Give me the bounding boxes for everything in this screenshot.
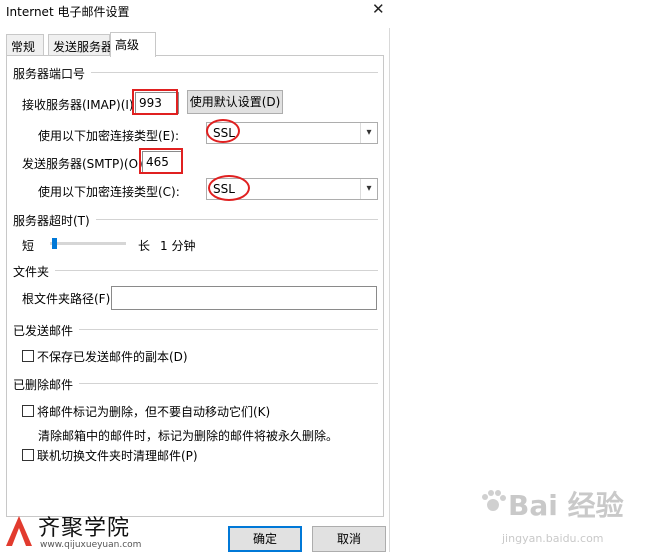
root-folder-label: 根文件夹路径(F): [22,292,115,306]
baidu-watermark: Bai 经验 jingyan.baidu.com [480,476,650,552]
tab-general[interactable]: 常规 [6,34,44,56]
mark-delete-label: 将邮件标记为删除，但不要自动移动它们(K) [37,405,271,419]
outgoing-encryption-select[interactable]: SSL ▾ [206,178,378,200]
sent-items-heading: 已发送邮件 [13,322,80,339]
window-title: Internet 电子邮件设置 [6,5,130,19]
timeout-slider-thumb[interactable] [52,238,58,249]
brand-logo: 齐聚学院 www.qijuxueyuan.com [0,510,150,552]
outgoing-encryption-value: SSL [213,182,235,196]
divider [80,72,378,73]
outgoing-port-input[interactable] [142,151,182,173]
watermark-text: Bai 经验 [508,489,624,522]
incoming-encryption-value: SSL [213,126,235,140]
incoming-server-label: 接收服务器(IMAP)(I): [22,98,138,112]
timeout-value: 1 分钟 [160,239,196,253]
mark-delete-note: 清除邮箱中的邮件时，标记为删除的邮件将被永久删除。 [38,429,339,443]
logo-brand-text: 齐聚学院 [38,516,131,541]
tab-outgoing-server[interactable]: 发送服务器 [48,34,114,56]
dont-save-sent-label: 不保存已发送邮件的副本(D) [37,350,188,364]
paw-icon [482,490,506,511]
folders-heading: 文件夹 [13,263,56,280]
outgoing-server-label: 发送服务器(SMTP)(O): [22,157,147,171]
tab-outgoing-server-label: 发送服务器 [53,40,114,54]
root-folder-input[interactable] [111,286,377,310]
divider [78,329,378,330]
purge-checkbox[interactable] [22,449,34,461]
ok-button[interactable]: 确定 [228,526,302,552]
incoming-encryption-label: 使用以下加密连接类型(E): [38,129,179,143]
tab-advanced[interactable]: 高级 [110,32,156,57]
email-settings-dialog: Internet 电子邮件设置 ✕ 常规 发送服务器 高级 服务器端口号 接收服… [0,0,390,552]
outgoing-encryption-label: 使用以下加密连接类型(C): [38,185,180,199]
chevron-down-icon: ▾ [360,179,377,199]
server-ports-heading: 服务器端口号 [13,65,92,82]
use-default-button[interactable]: 使用默认设置(D) [187,90,283,114]
watermark-url: jingyan.baidu.com [502,532,604,545]
deleted-items-heading: 已删除邮件 [13,376,80,393]
timeout-slider-track[interactable] [50,242,126,245]
tab-general-label: 常规 [11,40,36,54]
dont-save-sent-checkbox[interactable] [22,350,34,362]
mark-delete-checkbox[interactable] [22,405,34,417]
incoming-encryption-select[interactable]: SSL ▾ [206,122,378,144]
divider [84,219,378,220]
tab-advanced-label: 高级 [115,38,140,52]
cancel-button[interactable]: 取消 [312,526,386,552]
divider [54,270,378,271]
incoming-port-input[interactable] [135,92,179,114]
purge-label: 联机切换文件夹时清理邮件(P) [37,449,198,463]
logo-mark-icon [6,516,32,546]
close-icon[interactable]: ✕ [372,0,385,18]
title-bar: Internet 电子邮件设置 ✕ [0,0,390,28]
logo-url: www.qijuxueyuan.com [40,540,142,550]
chevron-down-icon: ▾ [360,123,377,143]
timeout-short-label: 短 [22,239,35,253]
divider [78,383,378,384]
timeout-long-label: 长 [138,239,151,253]
server-timeout-heading: 服务器超时(T) [13,212,96,229]
